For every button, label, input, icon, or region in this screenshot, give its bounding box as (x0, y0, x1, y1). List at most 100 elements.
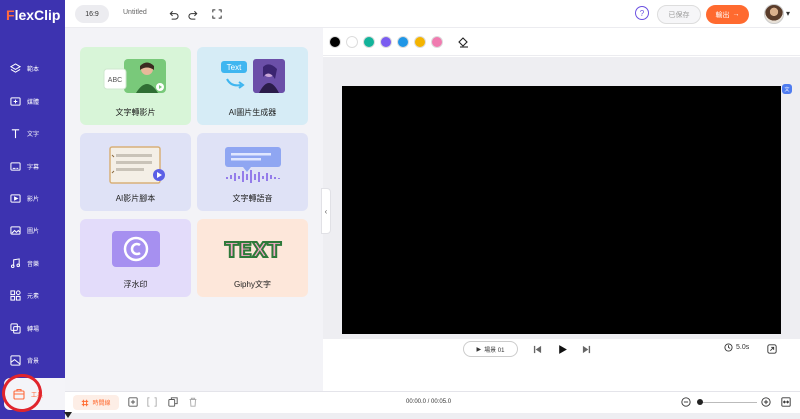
collapse-panel-button[interactable]: ‹ (321, 188, 331, 234)
sidebar-item-video[interactable]: 影片 (0, 182, 65, 214)
color-swatch[interactable] (397, 35, 409, 48)
avatar[interactable] (764, 4, 784, 24)
redo-icon[interactable] (186, 7, 200, 21)
sidebar-item-label: 音樂 (27, 261, 40, 268)
export-button[interactable]: 輸出 → (706, 5, 749, 24)
sidebar-item-elements[interactable]: 元素 (0, 279, 65, 311)
zoom-slider-track[interactable] (701, 402, 757, 403)
tool-card-title: AI圖片生成器 (228, 108, 277, 117)
image-icon (9, 224, 21, 236)
watermark-illustration (102, 229, 170, 278)
background-color-bar (323, 28, 800, 56)
color-swatch[interactable] (363, 35, 375, 48)
fit-timeline-icon[interactable] (780, 396, 792, 408)
layers-icon (9, 62, 21, 74)
svg-text:TEXT: TEXT (224, 238, 281, 262)
paint-bucket-icon[interactable] (456, 35, 470, 49)
tool-card-giphy-text[interactable]: TEXT Giphy文字 (197, 219, 308, 297)
sidebar-item-label: 媒體 (27, 99, 40, 106)
sidebar-item-subtitle[interactable]: 字幕 (0, 150, 65, 182)
undo-icon[interactable] (166, 7, 180, 21)
subtitle-icon (9, 160, 21, 172)
zoom-in-icon[interactable] (760, 396, 772, 408)
translate-icon[interactable]: 文 (782, 84, 792, 94)
sidebar-item-label: 轉場 (27, 326, 40, 333)
duration-value: 5.0s (736, 344, 750, 351)
sidebar-item-templates[interactable]: 範本 (0, 52, 65, 84)
tool-card-text-to-video[interactable]: ABC 文字轉影片 (80, 47, 191, 125)
sidebar-item-label: 影片 (27, 196, 40, 203)
skip-forward-icon[interactable] (579, 342, 593, 356)
timeline-track-area[interactable] (65, 413, 800, 419)
duplicate-icon[interactable] (167, 396, 179, 408)
video-preview[interactable] (342, 86, 781, 334)
sidebar-item-background[interactable]: 背景 (0, 344, 65, 376)
tool-card-title: 文字轉語音 (232, 194, 273, 203)
tool-card-watermark[interactable]: 浮水印 (80, 219, 191, 297)
fullscreen-icon[interactable] (210, 7, 224, 21)
zoom-out-icon[interactable] (680, 396, 692, 408)
sidebar-item-transition[interactable]: 轉場 (0, 312, 65, 344)
playhead-marker[interactable] (64, 412, 72, 418)
sidebar-item-media[interactable]: 媒體 (0, 85, 65, 117)
help-button[interactable]: ? (635, 6, 649, 20)
background-icon (9, 354, 21, 366)
delete-icon[interactable] (187, 396, 199, 408)
zoom-slider-handle[interactable] (697, 399, 703, 405)
expand-icon[interactable] (765, 342, 779, 356)
giphy-text-illustration: TEXT (219, 229, 287, 278)
project-title[interactable]: Untitled (123, 9, 147, 16)
add-scene-icon[interactable] (127, 396, 139, 408)
sidebar-item-label: 元素 (27, 293, 40, 300)
sidebar-item-text[interactable]: 文字 (0, 117, 65, 149)
text-icon (9, 127, 21, 139)
flexclip-editor: FlexClip 範本 媒體 文字 字幕 影片 圖片 音樂 元素 轉場 背景 工… (0, 0, 800, 419)
color-swatch[interactable] (431, 35, 443, 48)
sidebar-item-label: 文字 (27, 131, 40, 138)
color-swatch[interactable] (346, 35, 358, 48)
chevron-down-icon[interactable]: ▾ (786, 9, 790, 18)
ai-script-illustration (102, 143, 170, 192)
svg-text:ABC: ABC (107, 77, 121, 84)
sidebar-item-label: 圖片 (27, 228, 40, 235)
tool-card-ai-image-generator[interactable]: Text AI圖片生成器 (197, 47, 308, 125)
export-label: 輸出 (715, 11, 730, 19)
tool-card-text-to-speech[interactable]: 文字轉語音 (197, 133, 308, 211)
tool-card-title: AI影片腳本 (115, 194, 156, 203)
saved-status-button[interactable]: 已保存 (657, 5, 701, 24)
split-icon[interactable] (146, 396, 158, 408)
flexclip-logo[interactable]: FlexClip (6, 7, 60, 23)
sidebar-item-label: 工具 (31, 392, 44, 399)
canvas-area: 文 ▶ 場景 01 5.0s (323, 28, 800, 391)
play-icon[interactable] (555, 342, 569, 356)
clock-icon (724, 343, 733, 352)
tool-card-title: 浮水印 (123, 280, 148, 289)
timeline-time: 00:00.0 / 00:05.0 (406, 399, 452, 405)
color-swatch[interactable] (380, 35, 392, 48)
tools-panel: ABC 文字轉影片 Text AI圖片生成器 AI影片腳本 文字轉語音 浮水印 … (65, 28, 323, 391)
sidebar-item-image[interactable]: 圖片 (0, 214, 65, 246)
tools-icon (13, 388, 25, 400)
media-icon (9, 95, 21, 107)
arrow-right-icon: → (732, 11, 740, 18)
video-icon (9, 192, 21, 204)
skip-back-icon[interactable] (530, 342, 544, 356)
tool-card-title: Giphy文字 (234, 280, 271, 289)
scene-duration[interactable]: 5.0s (724, 343, 749, 352)
color-swatch[interactable] (414, 35, 426, 48)
scene-play-button[interactable]: ▶ 場景 01 (463, 341, 518, 357)
timeline-toolbar: 時間線 00:00.0 / 00:05.0 (65, 391, 800, 413)
left-sidebar: FlexClip 範本 媒體 文字 字幕 影片 圖片 音樂 元素 轉場 背景 工… (0, 0, 65, 419)
sidebar-item-tools[interactable]: 工具 (4, 378, 65, 410)
sidebar-item-label: 背景 (27, 358, 40, 365)
sidebar-item-music[interactable]: 音樂 (0, 247, 65, 279)
elements-icon (9, 289, 21, 301)
transition-icon (9, 322, 21, 334)
color-swatch[interactable] (329, 35, 341, 48)
music-icon (9, 257, 21, 269)
play-icon: ▶ (476, 346, 482, 353)
timeline-button[interactable]: 時間線 (73, 395, 119, 410)
tool-card-ai-video-script[interactable]: AI影片腳本 (80, 133, 191, 211)
timeline-icon (82, 399, 89, 406)
aspect-ratio-button[interactable]: 16:9 (75, 5, 109, 23)
